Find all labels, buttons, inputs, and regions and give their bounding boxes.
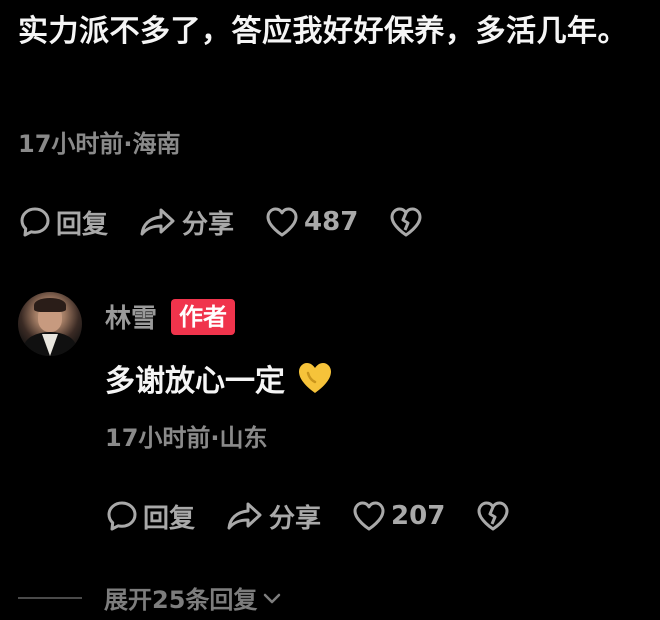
like-button[interactable]: 487	[264, 205, 358, 239]
reply-reply-button[interactable]: 回复	[105, 498, 195, 535]
reply-button[interactable]: 回复	[18, 204, 108, 241]
share-arrow-icon	[140, 208, 175, 236]
share-button[interactable]: 分享	[138, 204, 234, 241]
heart-icon	[266, 207, 298, 237]
reply-author-row: 林雪 作者	[105, 298, 236, 335]
reply-bubble-icon	[107, 501, 137, 531]
share-label: 分享	[269, 503, 322, 534]
yellow-heart-icon	[299, 363, 331, 393]
author-badge: 作者	[171, 298, 236, 335]
reply-dislike-button[interactable]	[475, 499, 511, 533]
share-label: 分享	[182, 209, 235, 240]
author-name[interactable]: 林雪	[105, 298, 157, 335]
like-count: 207	[391, 501, 446, 531]
broken-heart-icon	[390, 207, 422, 237]
share-arrow-icon	[227, 502, 262, 530]
expand-label: 展开25条回复	[104, 586, 258, 614]
comment-meta: 17小时前·海南	[18, 130, 181, 158]
expand-replies-button[interactable]: 展开25条回复	[18, 580, 283, 615]
reply-share-button[interactable]: 分享	[225, 498, 321, 535]
reply-like-button[interactable]: 207	[351, 499, 445, 533]
avatar[interactable]	[18, 292, 82, 356]
broken-heart-icon	[477, 501, 509, 531]
reply-bubble-icon	[20, 207, 50, 237]
dislike-button[interactable]	[388, 205, 424, 239]
heart-icon	[353, 501, 385, 531]
chevron-down-icon	[264, 593, 281, 603]
reply-label: 回复	[56, 209, 109, 240]
like-count: 487	[304, 207, 359, 237]
reply-meta: 17小时前·山东	[105, 424, 268, 452]
reply-text-row: 多谢放心一定	[105, 356, 335, 400]
divider-line	[18, 596, 82, 599]
comment-actions: 回复 分享 487	[18, 200, 454, 244]
reply-text: 多谢放心一定	[105, 364, 285, 399]
comment-text: 实力派不多了，答应我好好保养，多活几年。	[18, 14, 628, 49]
reply-label: 回复	[143, 503, 196, 534]
reply-actions: 回复 分享 207	[105, 494, 541, 538]
